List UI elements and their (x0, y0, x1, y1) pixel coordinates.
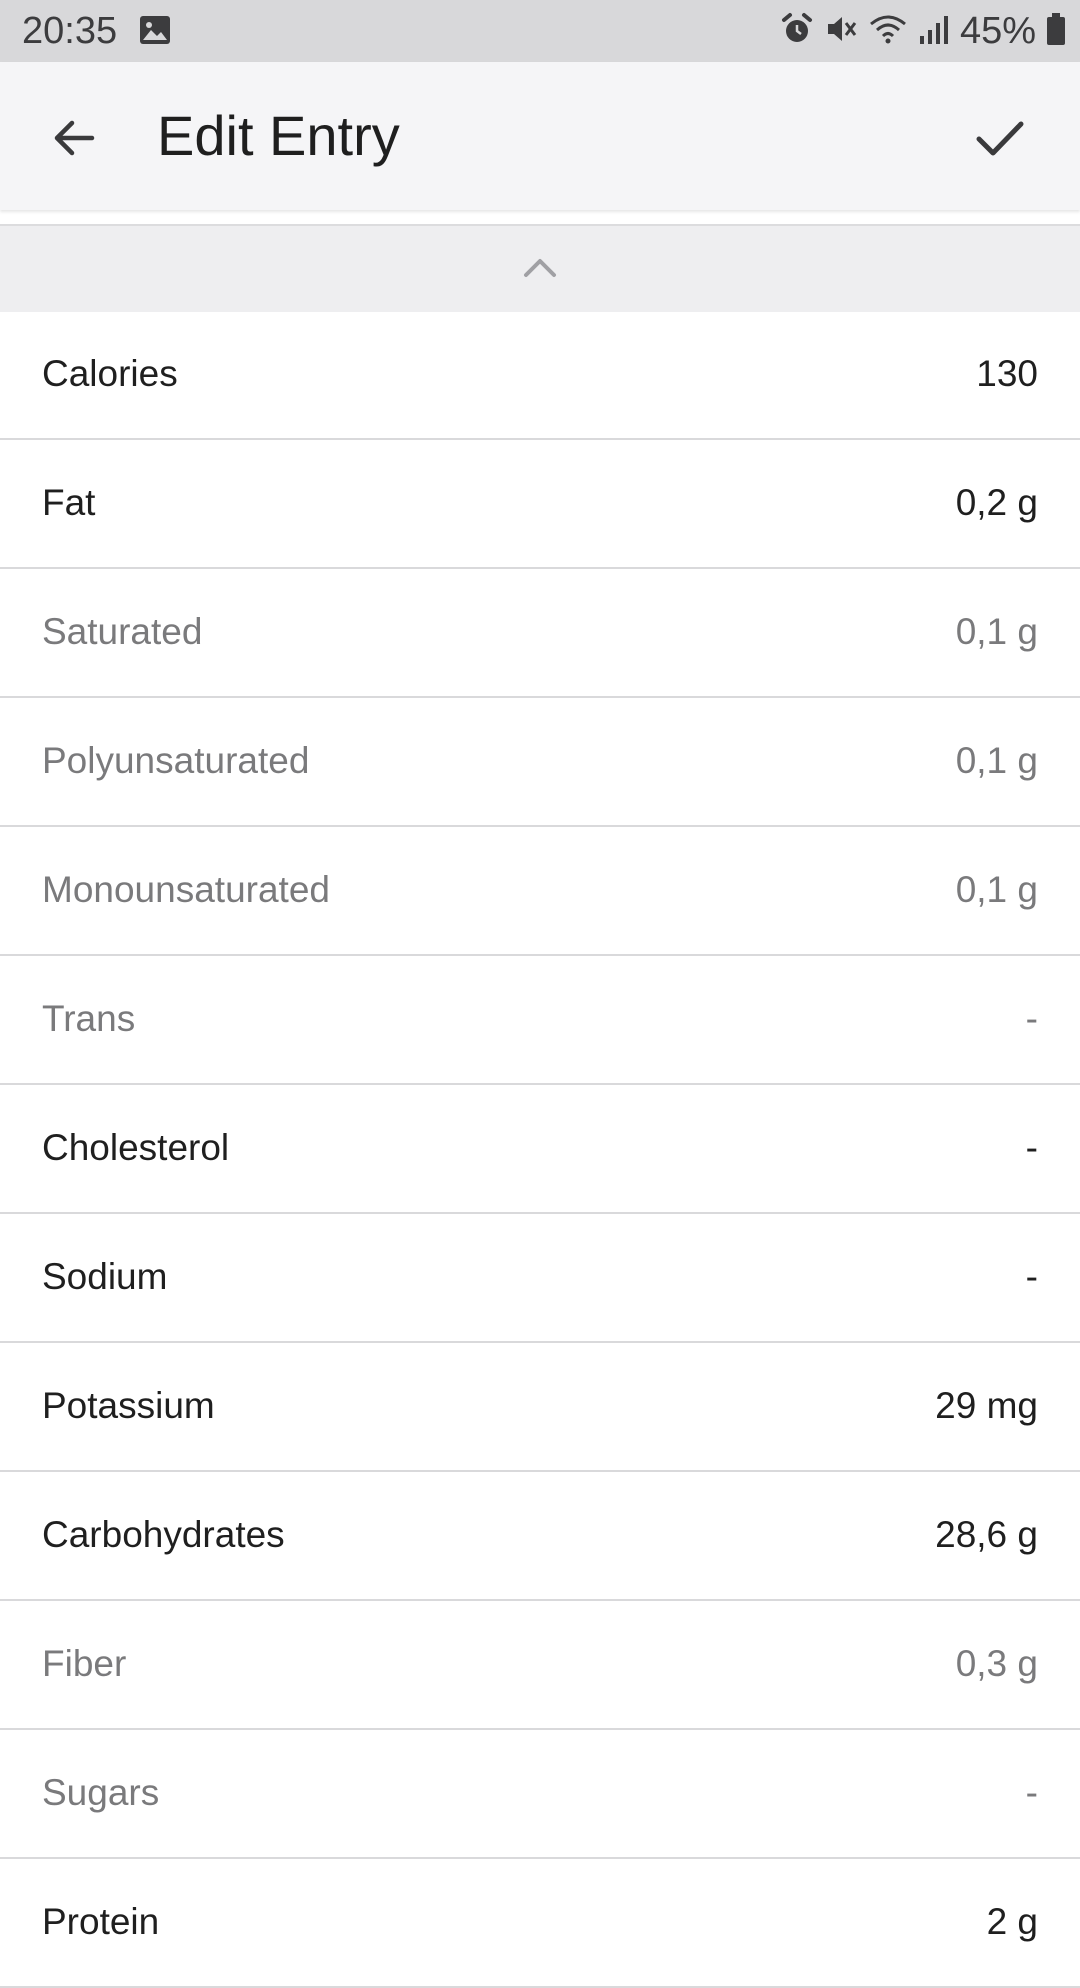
status-bar: 20:35 45% (0, 0, 1080, 62)
nutrient-label: Polyunsaturated (42, 740, 310, 781)
arrow-left-icon (50, 114, 98, 167)
nutrient-row-protein[interactable]: Protein 2 g (0, 1859, 1080, 1988)
chevron-up-icon (522, 255, 558, 284)
nutrient-value: - (1025, 998, 1038, 1039)
nutrient-value: - (1025, 1256, 1038, 1297)
check-icon (974, 112, 1026, 169)
page-title: Edit Entry (157, 104, 400, 167)
nutrient-row-cholesterol[interactable]: Cholesterol - (0, 1085, 1080, 1214)
signal-icon (918, 12, 950, 51)
nutrient-value: 0,2 g (955, 482, 1038, 523)
nutrient-label: Cholesterol (42, 1127, 230, 1168)
nutrient-row-saturated[interactable]: Saturated 0,1 g (0, 569, 1080, 698)
nutrient-row-fiber[interactable]: Fiber 0,3 g (0, 1601, 1080, 1730)
nutrient-value: 0,1 g (955, 740, 1038, 781)
nutrient-label: Monounsaturated (42, 869, 330, 910)
nutrient-row-polyunsaturated[interactable]: Polyunsaturated 0,1 g (0, 698, 1080, 827)
nutrient-value: - (1025, 1127, 1038, 1168)
status-time: 20:35 (22, 10, 118, 52)
nutrient-value: 29 mg (935, 1385, 1038, 1426)
nutrient-value: 0,1 g (955, 611, 1038, 652)
battery-percent: 45% (959, 10, 1036, 52)
nutrient-row-potassium[interactable]: Potassium 29 mg (0, 1343, 1080, 1472)
nutrient-value: 130 (976, 353, 1038, 394)
collapse-toggle[interactable] (0, 224, 1080, 312)
nutrient-value: 0,1 g (955, 869, 1038, 910)
nutrient-value: - (1025, 1772, 1038, 1813)
nutrient-list: Calories 130 Fat 0,2 g Saturated 0,1 g P… (0, 311, 1080, 1988)
nutrient-value: 28,6 g (935, 1514, 1038, 1555)
nutrient-value: 0,3 g (955, 1643, 1038, 1684)
back-button[interactable] (36, 102, 112, 178)
app-bar: Edit Entry (0, 62, 1080, 210)
nutrient-row-calories[interactable]: Calories 130 (0, 311, 1080, 440)
nutrient-label: Saturated (42, 611, 203, 652)
nutrient-row-sugars[interactable]: Sugars - (0, 1730, 1080, 1859)
alarm-icon (780, 12, 814, 51)
status-icons: 45% (780, 8, 1066, 54)
nutrient-label: Potassium (42, 1385, 215, 1426)
nutrient-label: Trans (42, 998, 136, 1039)
nutrient-label: Calories (42, 353, 178, 394)
nutrient-value: 2 g (986, 1901, 1038, 1942)
nutrient-label: Sugars (42, 1772, 160, 1813)
nutrient-label: Carbohydrates (42, 1514, 285, 1555)
nutrient-row-fat[interactable]: Fat 0,2 g (0, 440, 1080, 569)
nutrient-row-monounsaturated[interactable]: Monounsaturated 0,1 g (0, 827, 1080, 956)
nutrient-label: Fiber (42, 1643, 127, 1684)
confirm-button[interactable] (962, 102, 1038, 178)
wifi-icon (868, 12, 908, 51)
nutrient-row-carbohydrates[interactable]: Carbohydrates 28,6 g (0, 1472, 1080, 1601)
nutrient-label: Sodium (42, 1256, 168, 1297)
image-icon (139, 15, 171, 45)
nutrient-row-sodium[interactable]: Sodium - (0, 1214, 1080, 1343)
battery-icon (1046, 12, 1066, 51)
mute-icon (824, 12, 858, 51)
nutrient-label: Fat (42, 482, 96, 523)
nutrient-label: Protein (42, 1901, 160, 1942)
nutrient-row-trans[interactable]: Trans - (0, 956, 1080, 1085)
